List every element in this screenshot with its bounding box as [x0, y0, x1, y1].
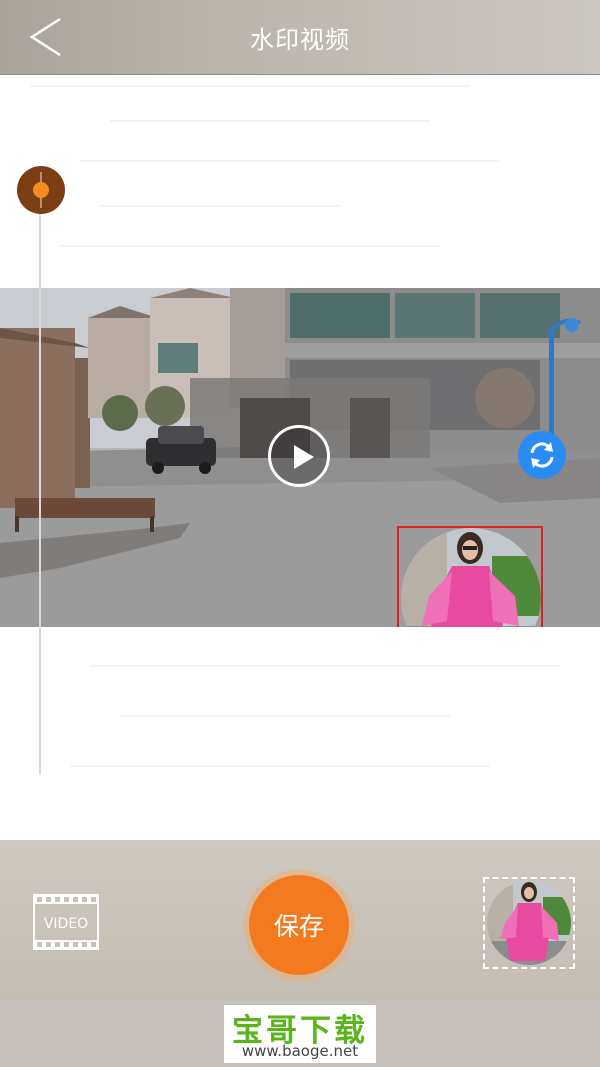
page-title: 水印视频: [250, 26, 350, 54]
timeline-track[interactable]: [39, 190, 41, 775]
save-button[interactable]: 保存: [249, 875, 349, 975]
editor-canvas: [0, 75, 600, 840]
background-line: [90, 665, 560, 667]
background-line: [30, 85, 470, 87]
video-select-button[interactable]: VIDEO: [33, 894, 99, 950]
play-button[interactable]: [268, 425, 330, 487]
app-root: 水印视频 VIDEO 保存 宝哥下载 www.baoge.net: [0, 0, 600, 1067]
video-label: VIDEO: [44, 916, 88, 932]
rotate-icon: [530, 442, 554, 468]
background-line: [60, 245, 440, 247]
brand-url: www.baoge.net: [241, 1042, 359, 1060]
timeline-handle[interactable]: [17, 166, 65, 214]
video-preview[interactable]: [0, 288, 600, 627]
top-bar: 水印视频: [0, 0, 600, 75]
save-button-label: 保存: [273, 912, 324, 941]
watermark-thumbnail-button[interactable]: [483, 877, 575, 969]
timeline-handle-dot: [33, 182, 49, 198]
footer-bar: 宝哥下载 www.baoge.net: [0, 1000, 600, 1067]
background-line: [80, 160, 500, 162]
watermark-thumbnail-icon: [487, 881, 571, 965]
background-line: [110, 120, 430, 122]
rotate-button[interactable]: [518, 431, 566, 479]
film-strip-icon: VIDEO: [33, 894, 99, 950]
play-icon: [294, 445, 314, 469]
background-line: [100, 205, 340, 207]
background-line: [70, 765, 490, 767]
background-line: [120, 715, 450, 717]
bottom-toolbar: VIDEO 保存: [0, 840, 600, 1000]
watermark-selection-box[interactable]: [397, 526, 543, 627]
brand-watermark: 宝哥下载 www.baoge.net: [224, 1005, 376, 1063]
